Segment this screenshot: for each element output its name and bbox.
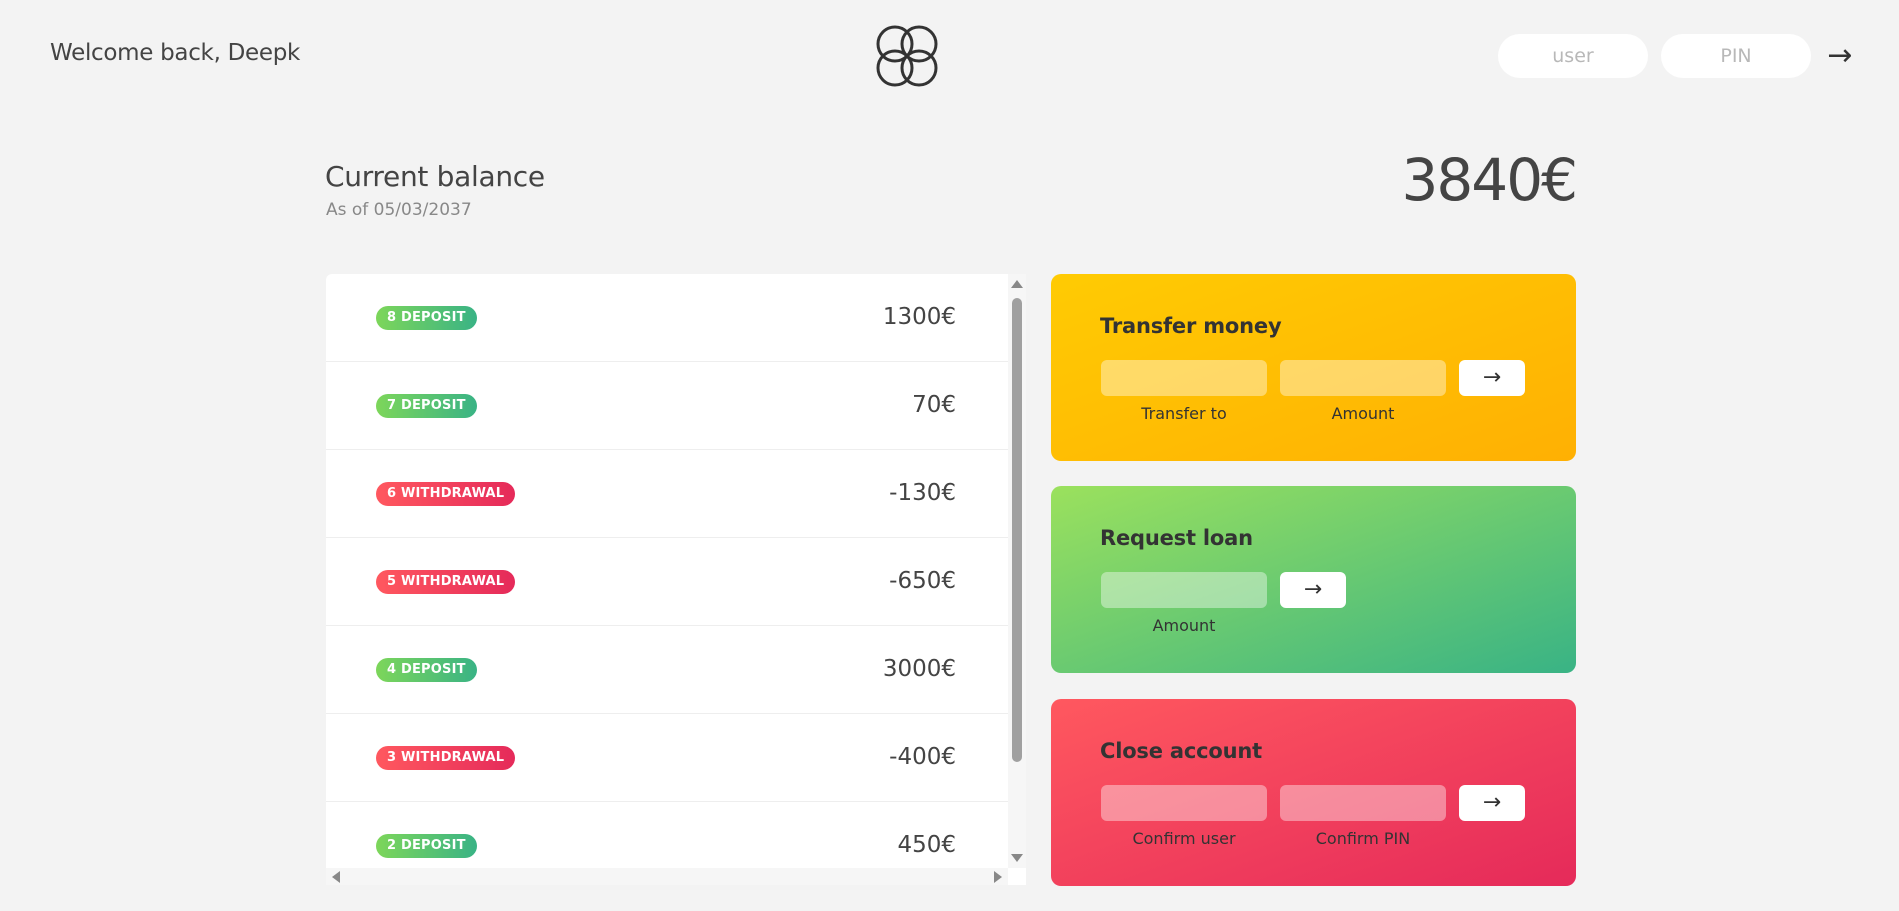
movement-type-badge: 5 WITHDRAWAL — [376, 570, 516, 594]
transfer-title: Transfer money — [1100, 314, 1282, 338]
scroll-up-arrow-icon[interactable] — [1011, 280, 1023, 288]
interlocking-rings-logo — [876, 25, 938, 87]
transfer-amount-label: Amount — [1331, 404, 1395, 423]
close-account-panel: Close account → Confirm user Confirm PIN — [1051, 699, 1576, 886]
movement-row: 7 DEPOSIT 70€ — [326, 362, 1008, 450]
movement-type-badge: 4 DEPOSIT — [376, 658, 477, 682]
movement-value: -130€ — [889, 480, 956, 506]
login-user-input[interactable] — [1498, 34, 1648, 78]
top-nav: Welcome back, Deepk → — [0, 0, 1899, 112]
movement-value: 3000€ — [882, 656, 956, 682]
movement-row: 4 DEPOSIT 3000€ — [326, 626, 1008, 714]
horizontal-scrollbar[interactable] — [326, 868, 1008, 885]
scroll-down-arrow-icon[interactable] — [1011, 854, 1023, 862]
movement-row: 8 DEPOSIT 1300€ — [326, 274, 1008, 362]
transfer-submit-button[interactable]: → — [1459, 360, 1525, 396]
transfer-to-input[interactable] — [1101, 360, 1267, 396]
confirm-pin-label: Confirm PIN — [1315, 829, 1411, 848]
movements-list: 8 DEPOSIT 1300€ 7 DEPOSIT 70€ 6 WITHDRAW… — [326, 274, 1008, 868]
transfer-to-label: Transfer to — [1141, 404, 1227, 423]
confirm-user-label: Confirm user — [1132, 829, 1236, 848]
welcome-message: Welcome back, Deepk — [50, 40, 301, 66]
close-title: Close account — [1100, 739, 1262, 763]
confirm-user-input[interactable] — [1101, 785, 1267, 821]
confirm-pin-input[interactable] — [1280, 785, 1446, 821]
balance-date: As of 05/03/2037 — [326, 200, 472, 220]
movements-panel[interactable]: 8 DEPOSIT 1300€ 7 DEPOSIT 70€ 6 WITHDRAW… — [326, 274, 1026, 885]
vertical-scrollbar[interactable] — [1008, 274, 1026, 868]
scroll-left-arrow-icon[interactable] — [332, 871, 340, 883]
loan-title: Request loan — [1100, 526, 1253, 550]
movement-row: 5 WITHDRAWAL -650€ — [326, 538, 1008, 626]
balance-label: Current balance — [325, 160, 545, 193]
loan-amount-label: Amount — [1152, 616, 1216, 635]
movement-row: 6 WITHDRAWAL -130€ — [326, 450, 1008, 538]
login-button[interactable]: → — [1820, 38, 1860, 74]
close-submit-button[interactable]: → — [1459, 785, 1525, 821]
transfer-amount-input[interactable] — [1280, 360, 1446, 396]
loan-amount-input[interactable] — [1101, 572, 1267, 608]
scrollbar-thumb[interactable] — [1012, 298, 1022, 762]
movement-value: 450€ — [897, 832, 956, 858]
movement-type-badge: 6 WITHDRAWAL — [376, 482, 516, 506]
balance-value: 3840€ — [1401, 146, 1578, 214]
movement-row: 3 WITHDRAWAL -400€ — [326, 714, 1008, 802]
scroll-right-arrow-icon[interactable] — [994, 871, 1002, 883]
movement-value: 1300€ — [882, 304, 956, 330]
movement-type-badge: 2 DEPOSIT — [376, 834, 477, 858]
movement-type-badge: 7 DEPOSIT — [376, 394, 477, 418]
movement-value: -400€ — [889, 744, 956, 770]
transfer-money-panel: Transfer money → Transfer to Amount — [1051, 274, 1576, 461]
loan-submit-button[interactable]: → — [1280, 572, 1346, 608]
movement-value: 70€ — [912, 392, 956, 418]
movement-type-badge: 3 WITHDRAWAL — [376, 746, 516, 770]
movement-value: -650€ — [889, 568, 956, 594]
movement-row: 2 DEPOSIT 450€ — [326, 802, 1008, 868]
login-pin-input[interactable] — [1661, 34, 1811, 78]
request-loan-panel: Request loan → Amount — [1051, 486, 1576, 673]
movement-type-badge: 8 DEPOSIT — [376, 306, 477, 330]
